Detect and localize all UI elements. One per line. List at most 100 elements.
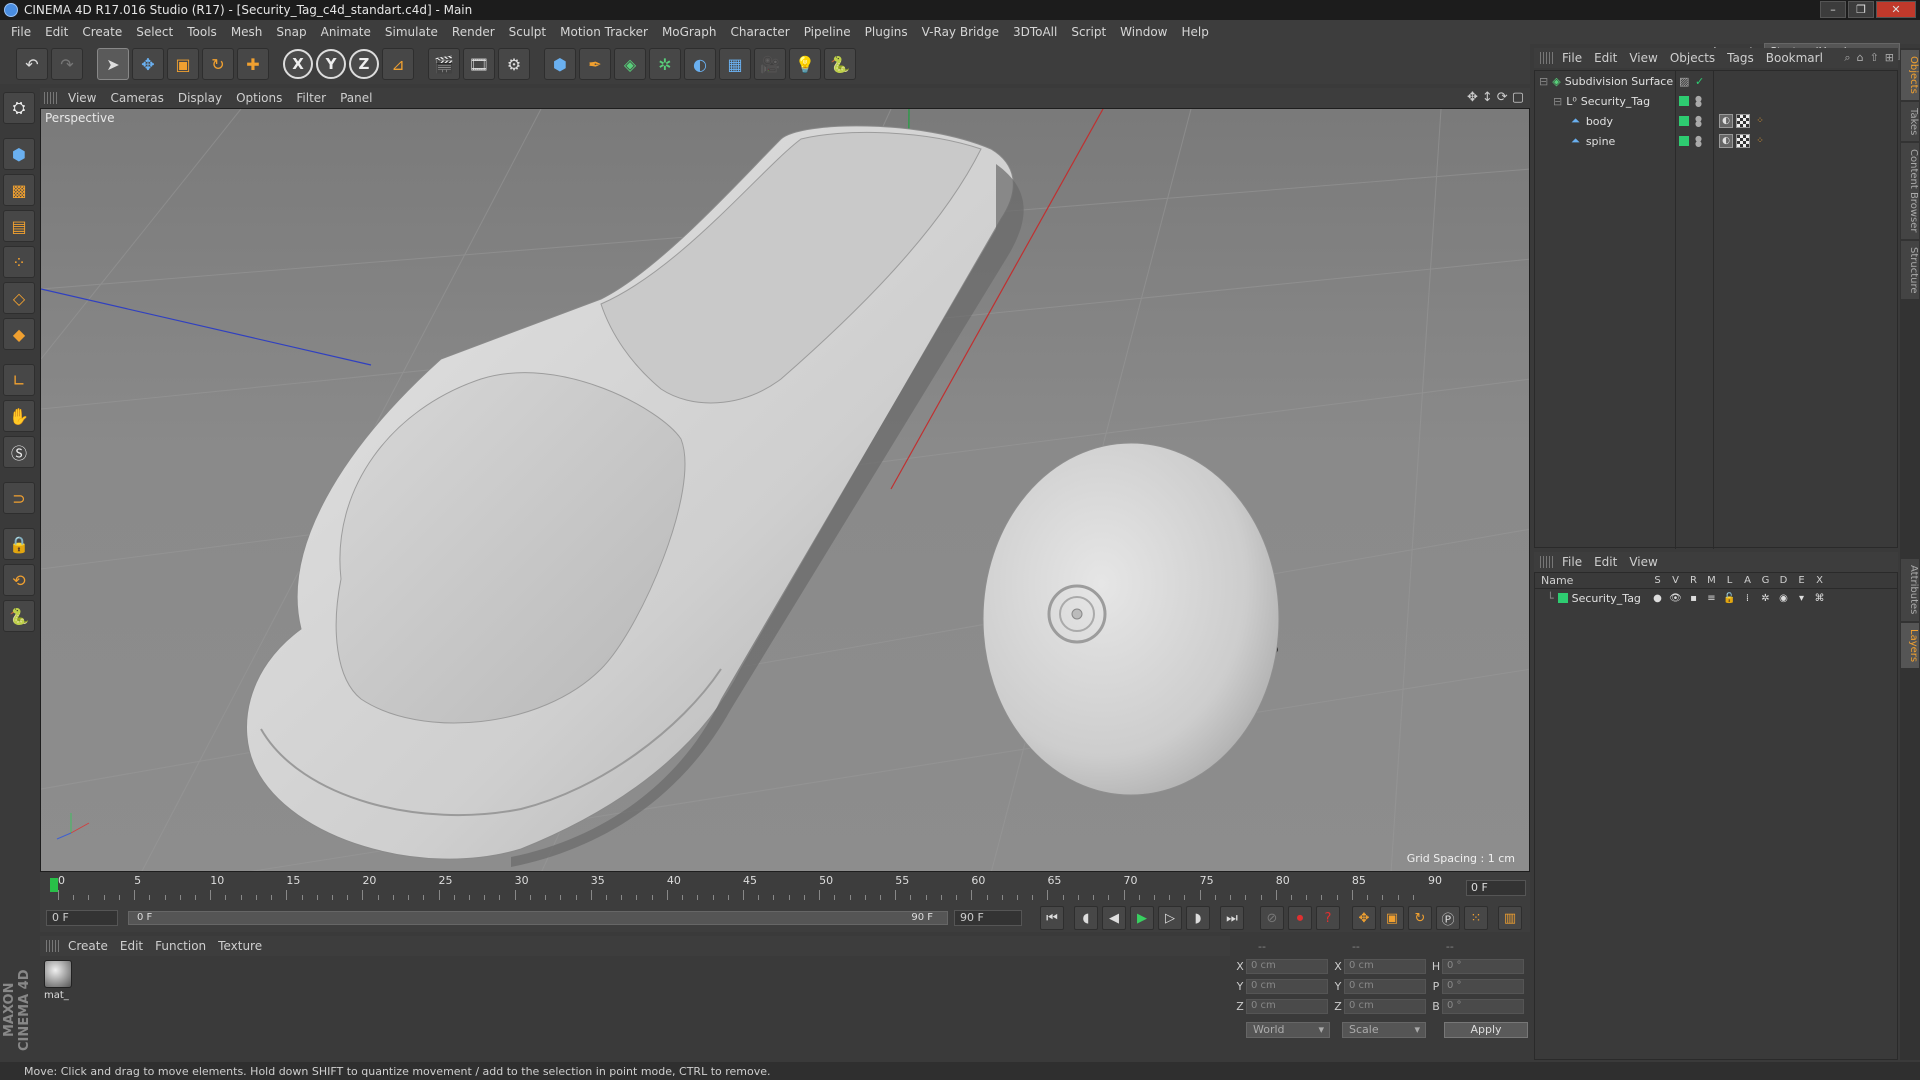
render-settings-button[interactable]: ⚙ — [498, 48, 530, 80]
model-mode-button[interactable]: ⬢ — [3, 138, 35, 170]
undo-button[interactable]: ↶ — [16, 48, 48, 80]
layer-manager-toggle-icon[interactable]: ≡ — [1705, 593, 1718, 604]
live-selection-button[interactable]: ➤ — [97, 48, 129, 80]
selection-tag-icon[interactable]: ⁘ — [1753, 134, 1767, 148]
material-tag-icon[interactable] — [1736, 114, 1750, 128]
layer-animation-toggle-icon[interactable]: ⁞ — [1741, 593, 1754, 604]
go-to-start-button[interactable]: ⏮ — [1040, 906, 1064, 930]
rotation-b-field[interactable]: 0 ° — [1442, 998, 1524, 1014]
coordinate-space-select[interactable]: World — [1246, 1022, 1330, 1038]
menu-vray-bridge[interactable]: V-Ray Bridge — [915, 25, 1006, 39]
timeline-layout-button[interactable]: ▥ — [1498, 906, 1522, 930]
menu-simulate[interactable]: Simulate — [378, 25, 445, 39]
add-deformer-button[interactable]: ◐ — [684, 48, 716, 80]
menu-pipeline[interactable]: Pipeline — [797, 25, 858, 39]
maximize-button[interactable]: ❐ — [1848, 1, 1874, 18]
texture-mode-button[interactable]: ▩ — [3, 174, 35, 206]
recent-tool-button[interactable]: ✚ — [237, 48, 269, 80]
minimize-button[interactable]: – — [1820, 1, 1846, 18]
object-name[interactable]: Subdivision Surface — [1565, 75, 1673, 88]
add-subdivision-button[interactable]: ◈ — [614, 48, 646, 80]
y-axis-lock-button[interactable]: Y — [316, 49, 346, 79]
layer-color-swatch[interactable] — [1679, 136, 1689, 146]
object-name[interactable]: body — [1586, 115, 1613, 128]
viewport-zoom-icon[interactable]: ↕ — [1482, 90, 1493, 105]
add-floor-button[interactable]: ▦ — [719, 48, 751, 80]
key-rotation-button[interactable]: ↻ — [1408, 906, 1432, 930]
side-tab-layers[interactable]: Layers — [1901, 622, 1919, 668]
frame-range-slider[interactable]: 0 F 90 F — [128, 911, 948, 925]
layer-color-swatch[interactable] — [1557, 593, 1568, 603]
collapse-icon[interactable]: ⊟ — [1539, 75, 1548, 88]
object-menu-edit[interactable]: Edit — [1590, 51, 1625, 65]
layer-row[interactable]: └ Security_Tag ● 👁 ▪ ≡ 🔓 ⁞ ✲ ◉ ▾ ⌘ — [1535, 589, 1897, 607]
redo-button[interactable]: ↷ — [51, 48, 83, 80]
layer-name[interactable]: Security_Tag — [1572, 592, 1641, 605]
menu-select[interactable]: Select — [129, 25, 180, 39]
visibility-dots-icon[interactable]: ● ● — [1695, 95, 1702, 108]
layer-menu-file[interactable]: File — [1558, 555, 1590, 569]
snap-button[interactable]: Ⓢ — [3, 436, 35, 468]
material-menu-function[interactable]: Function — [151, 939, 214, 953]
record-disabled-button[interactable]: ⊘ — [1260, 906, 1284, 930]
object-row-subdivision-surface[interactable]: ⊟ ◈ Subdivision Surface ▨ ✓ — [1535, 71, 1897, 91]
locked-workplane-button[interactable]: 🔒 — [3, 528, 35, 560]
menu-edit[interactable]: Edit — [38, 25, 75, 39]
menu-character[interactable]: Character — [723, 25, 796, 39]
layer-color-swatch[interactable] — [1679, 96, 1689, 106]
menu-mesh[interactable]: Mesh — [224, 25, 270, 39]
enable-snap-button[interactable]: ⊃ — [3, 482, 35, 514]
layer-lock-toggle-icon[interactable]: 🔓 — [1723, 593, 1736, 604]
new-window-icon[interactable]: ⊞ — [1885, 51, 1894, 65]
key-pla-button[interactable]: ⁙ — [1464, 906, 1488, 930]
axis-mode-button[interactable]: ∟ — [3, 364, 35, 396]
current-frame-field[interactable]: 0 F — [1466, 880, 1526, 896]
layer-expression-toggle-icon[interactable]: ▾ — [1795, 593, 1808, 604]
layer-menu-edit[interactable]: Edit — [1590, 555, 1625, 569]
viewport-menu-cameras[interactable]: Cameras — [106, 91, 173, 105]
autokeying-button[interactable]: ? — [1316, 906, 1340, 930]
workplane-mode-button[interactable]: ▤ — [3, 210, 35, 242]
position-z-field[interactable]: 0 cm — [1246, 998, 1328, 1014]
menu-create[interactable]: Create — [75, 25, 129, 39]
python-button[interactable]: 🐍 — [824, 48, 856, 80]
search-icon[interactable]: ⌕ — [1844, 51, 1850, 65]
layer-generator-toggle-icon[interactable]: ✲ — [1759, 593, 1772, 604]
viewport-menu-options[interactable]: Options — [232, 91, 292, 105]
rotation-h-field[interactable]: 0 ° — [1442, 958, 1524, 974]
viewport-menu-panel[interactable]: Panel — [336, 91, 382, 105]
material-menu-create[interactable]: Create — [64, 939, 116, 953]
layer-color-swatch[interactable] — [1679, 116, 1689, 126]
3d-viewport[interactable]: Perspective Grid Spacing : 1 cm — [40, 108, 1530, 872]
close-button[interactable]: ✕ — [1876, 1, 1916, 18]
menu-motion-tracker[interactable]: Motion Tracker — [553, 25, 655, 39]
timeline-ruler[interactable]: 0 5 10 15 20 25 30 35 40 45 50 55 60 65 70 75 80 85 90 0 F — [40, 872, 1530, 904]
viewport-menu-view[interactable]: View — [64, 91, 106, 105]
add-spline-button[interactable]: ✒ — [579, 48, 611, 80]
play-button[interactable]: ▶ — [1130, 906, 1154, 930]
viewport-menu-filter[interactable]: Filter — [292, 91, 336, 105]
viewport-menu-display[interactable]: Display — [174, 91, 232, 105]
edit-render-toggle-icon[interactable]: ▨ — [1679, 75, 1689, 88]
menu-animate[interactable]: Animate — [314, 25, 378, 39]
layer-render-toggle-icon[interactable]: ▪ — [1687, 593, 1700, 604]
previous-frame-button[interactable]: ◀ — [1102, 906, 1126, 930]
collapse-icon[interactable]: ⊟ — [1553, 95, 1562, 108]
viewport-camera-label[interactable]: Perspective — [45, 111, 115, 125]
material-swatch[interactable] — [44, 960, 72, 988]
visibility-dots-icon[interactable]: ● ● — [1695, 135, 1702, 148]
side-tab-takes[interactable]: Takes — [1901, 101, 1919, 142]
size-y-field[interactable]: 0 cm — [1344, 978, 1426, 994]
layer-menu-view[interactable]: View — [1625, 555, 1665, 569]
menu-tools[interactable]: Tools — [180, 25, 224, 39]
material-name[interactable]: mat_ — [44, 990, 69, 1001]
side-tab-structure[interactable]: Structure — [1901, 240, 1919, 300]
menu-snap[interactable]: Snap — [269, 25, 313, 39]
edges-mode-button[interactable]: ◇ — [3, 282, 35, 314]
phong-tag-icon[interactable]: ◐ — [1719, 114, 1733, 128]
end-frame-field[interactable]: 90 F — [954, 910, 1022, 926]
z-axis-lock-button[interactable]: Z — [349, 49, 379, 79]
move-tool-button[interactable]: ✥ — [132, 48, 164, 80]
go-to-end-button[interactable]: ⏭ — [1220, 906, 1244, 930]
menu-file[interactable]: File — [4, 25, 38, 39]
